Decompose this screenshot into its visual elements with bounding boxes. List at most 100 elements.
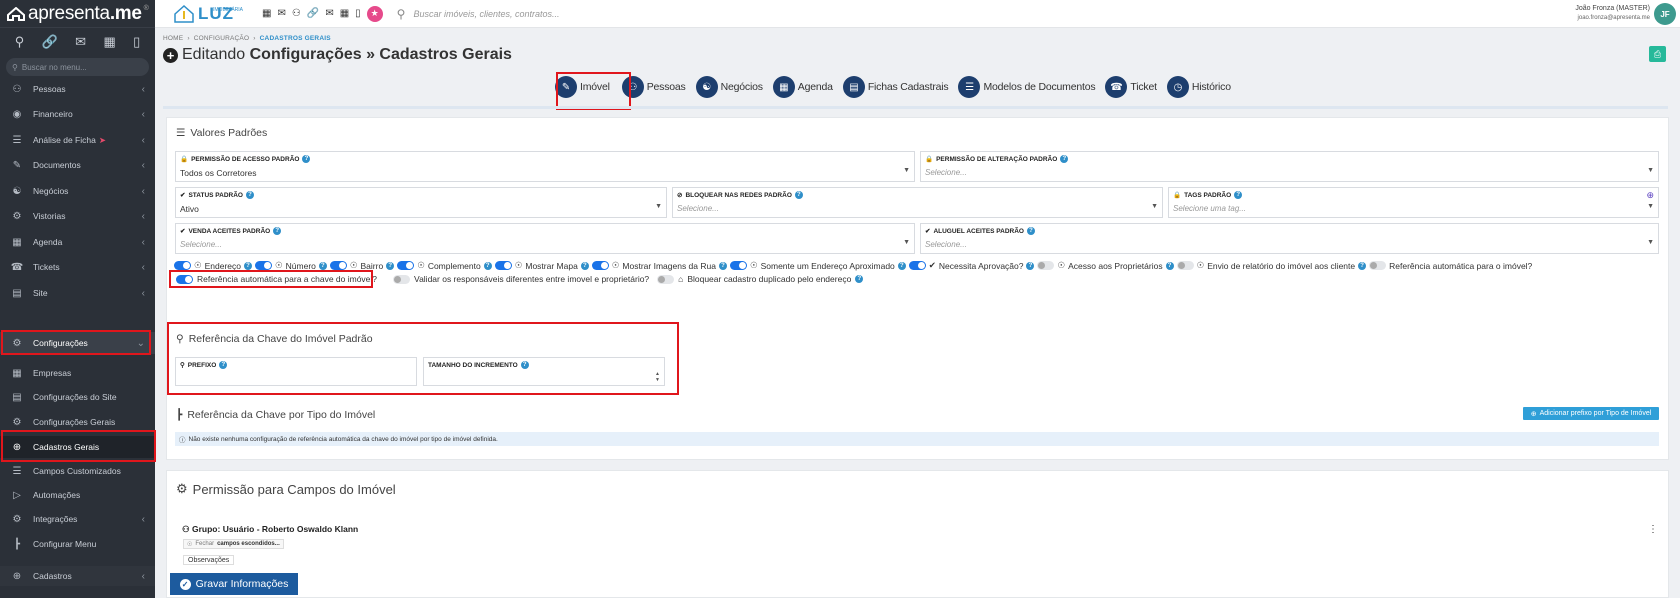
- toggle-necessita-aprovacao[interactable]: [908, 261, 926, 270]
- number-spinner[interactable]: ▲ ▼: [655, 371, 660, 383]
- notification-icon[interactable]: ★: [366, 5, 383, 22]
- add-prefix-button[interactable]: ⊕ Adicionar prefixo por Tipo de Imóvel: [1523, 407, 1659, 420]
- toggle-imagens-rua[interactable]: [591, 261, 609, 270]
- print-button[interactable]: ⎙: [1649, 46, 1666, 62]
- mail-icon[interactable]: ✉: [325, 8, 333, 19]
- toggle-complemento[interactable]: [397, 261, 415, 270]
- sidebar-item-vistorias[interactable]: ⚙ Vistorias ‹: [0, 206, 155, 226]
- tab-negocios[interactable]: ☯ Negócios: [695, 76, 763, 98]
- sidebar-item-config-gerais[interactable]: ⚙ Configurações Gerais: [0, 412, 155, 432]
- tags-select[interactable]: 🔒 TAGS PADRÃO? Selecione uma tag... ▼ ⊕: [1168, 187, 1659, 218]
- help-icon[interactable]: ?: [1165, 261, 1174, 270]
- kebab-menu-icon[interactable]: ⋮: [1648, 524, 1658, 535]
- help-icon[interactable]: ?: [897, 261, 906, 270]
- help-icon[interactable]: ?: [483, 261, 492, 270]
- user-info[interactable]: João Fronza (MASTER) joao.fronza@apresen…: [1575, 4, 1650, 23]
- sidebar-item-campos-customizados[interactable]: ☰ Campos Customizados: [0, 461, 155, 481]
- help-icon[interactable]: ?: [794, 191, 803, 199]
- sidebar-item-negocios[interactable]: ☯ Negócios ‹: [0, 181, 155, 201]
- link-icon[interactable]: 🔗: [307, 8, 319, 19]
- chevron-left-icon: ‹: [141, 287, 145, 299]
- toggle-acesso-proprietarios[interactable]: [1037, 261, 1055, 270]
- sidebar-item-empresas[interactable]: ▦ Empresas: [0, 363, 155, 383]
- toggle-endereco-aproximado[interactable]: [729, 261, 747, 270]
- sidebar-item-configurar-menu[interactable]: ┣ Configurar Menu: [0, 534, 155, 554]
- sidebar-item-configuracoes[interactable]: ⚙ Configurações ⌄: [0, 332, 155, 354]
- toggle-validar-responsaveis[interactable]: [393, 274, 411, 284]
- sidebar-item-pessoas[interactable]: ⚇ Pessoas ‹: [0, 79, 155, 99]
- calendar-icon[interactable]: ▦: [340, 8, 349, 19]
- aluguel-aceites-select[interactable]: ✔ ALUGUEL ACEITES PADRÃO? Selecione... ▼: [920, 223, 1659, 254]
- tab-fichas-cadastrais[interactable]: ▤ Fichas Cadastrais: [842, 76, 949, 98]
- toggle-envio-relatorio[interactable]: [1176, 261, 1194, 270]
- toggle-mostrar-mapa[interactable]: [494, 261, 512, 270]
- help-icon[interactable]: ?: [318, 261, 327, 270]
- sidebar-item-cadastros-gerais[interactable]: ⊕ Cadastros Gerais: [0, 436, 155, 458]
- sidebar-item-integracoes[interactable]: ⚙ Integrações ‹: [0, 509, 155, 529]
- help-icon[interactable]: ?: [386, 261, 395, 270]
- toggle-bloquear-duplicado[interactable]: [657, 274, 675, 284]
- breadcrumb-home[interactable]: HOME: [163, 35, 183, 42]
- help-icon[interactable]: ?: [1026, 227, 1035, 235]
- help-icon[interactable]: ?: [219, 361, 228, 369]
- mail-icon[interactable]: ✉: [75, 34, 86, 50]
- save-button[interactable]: ✓ Gravar Informações: [170, 573, 298, 595]
- toggle-numero[interactable]: [255, 261, 273, 270]
- tamanho-incremento-input[interactable]: TAMANHO DO INCREMENTO? ▲ ▼: [423, 357, 665, 386]
- sidebar-item-agenda[interactable]: ▦ Agenda ‹: [0, 232, 155, 252]
- toggle-referencia-imovel[interactable]: [1369, 261, 1387, 270]
- users-icon[interactable]: ⚇: [292, 8, 301, 19]
- tab-agenda[interactable]: ▦ Agenda: [772, 76, 833, 98]
- toggle-bairro[interactable]: [329, 261, 347, 270]
- help-icon[interactable]: ?: [244, 261, 253, 270]
- help-icon[interactable]: ?: [245, 191, 254, 199]
- menu-search-input[interactable]: ⚲ Buscar no menu...: [6, 58, 149, 76]
- sidebar-item-automacoes[interactable]: ▷ Automações: [0, 485, 155, 505]
- calendar-icon[interactable]: ▦: [103, 34, 115, 50]
- sidebar-item-tickets[interactable]: ☎ Tickets ‹: [0, 257, 155, 277]
- help-icon[interactable]: ?: [1234, 191, 1243, 199]
- megaphone-icon[interactable]: ✉: [278, 8, 286, 19]
- tab-modelos-documentos[interactable]: ☰ Modelos de Documentos: [958, 76, 1096, 98]
- tab-ticket[interactable]: ☎ Ticket: [1105, 76, 1157, 98]
- sidebar-item-analise-ficha[interactable]: ☰ Análise de Ficha ➤ ‹: [0, 130, 155, 150]
- hidden-fields-chip[interactable]: ☉ Fechar campos escondidos...: [183, 539, 284, 549]
- help-icon[interactable]: ?: [273, 227, 282, 235]
- help-icon[interactable]: ?: [302, 155, 311, 163]
- company-logo[interactable]: LUZ IMOBILIÁRIA: [173, 4, 243, 24]
- help-icon[interactable]: ?: [520, 361, 529, 369]
- tab-historico[interactable]: ◷ Histórico: [1166, 76, 1231, 98]
- sidebar-item-config-site[interactable]: ▤ Configurações do Site: [0, 387, 155, 407]
- tab-pessoas[interactable]: ⚇ Pessoas: [621, 76, 686, 98]
- trash-icon[interactable]: ▯: [133, 34, 140, 50]
- search-icon[interactable]: ⚲: [15, 34, 25, 50]
- brand-logo[interactable]: apresenta.me ®: [0, 0, 155, 28]
- sidebar-item-documentos[interactable]: ✎ Documentos ‹: [0, 155, 155, 175]
- sidebar-item-site[interactable]: ▤ Site ‹: [0, 283, 155, 303]
- sidebar-item-cadastros[interactable]: ⊕ Cadastros ‹: [0, 566, 155, 586]
- trash-icon[interactable]: ▯: [355, 8, 361, 19]
- grid-icon[interactable]: ▦: [262, 8, 271, 19]
- help-icon[interactable]: ?: [855, 275, 864, 283]
- breadcrumb-config[interactable]: CONFIGURAÇÃO: [194, 35, 250, 42]
- help-icon[interactable]: ?: [1358, 261, 1367, 270]
- toggle-referencia-chave[interactable]: [176, 274, 193, 284]
- tab-imovel[interactable]: ✎ Imóvel: [555, 76, 610, 98]
- sidebar-item-financeiro[interactable]: ◉ Financeiro ‹: [0, 104, 155, 124]
- prefixo-input[interactable]: ⚲ PREFIXO?: [175, 357, 417, 386]
- permissao-acesso-select[interactable]: 🔒 PERMISSÃO DE ACESSO PADRÃO? Todos os Co…: [175, 151, 915, 182]
- global-search-input[interactable]: ⚲ Buscar imóveis, clientes, contratos...: [397, 7, 560, 21]
- bloquear-redes-select[interactable]: ⊘ BLOQUEAR NAS REDES PADRÃO? Selecione...…: [672, 187, 1163, 218]
- avatar[interactable]: JF: [1654, 3, 1676, 25]
- status-select[interactable]: ✔ STATUS PADRÃO? Ativo ▼: [175, 187, 667, 218]
- help-icon[interactable]: ?: [1026, 261, 1035, 270]
- link-icon[interactable]: 🔗: [42, 34, 58, 50]
- add-tag-icon[interactable]: ⊕: [1646, 190, 1654, 201]
- toggle-endereco[interactable]: [174, 261, 191, 270]
- field-chip-observacoes[interactable]: Observações: [183, 555, 235, 565]
- permissao-alteracao-select[interactable]: 🔒 PERMISSÃO DE ALTERAÇÃO PADRÃO? Selecion…: [920, 151, 1659, 182]
- help-icon[interactable]: ?: [1060, 155, 1069, 163]
- help-icon[interactable]: ?: [580, 261, 589, 270]
- venda-aceites-select[interactable]: ✔ VENDA ACEITES PADRÃO? Selecione... ▼: [175, 223, 915, 254]
- help-icon[interactable]: ?: [718, 261, 727, 270]
